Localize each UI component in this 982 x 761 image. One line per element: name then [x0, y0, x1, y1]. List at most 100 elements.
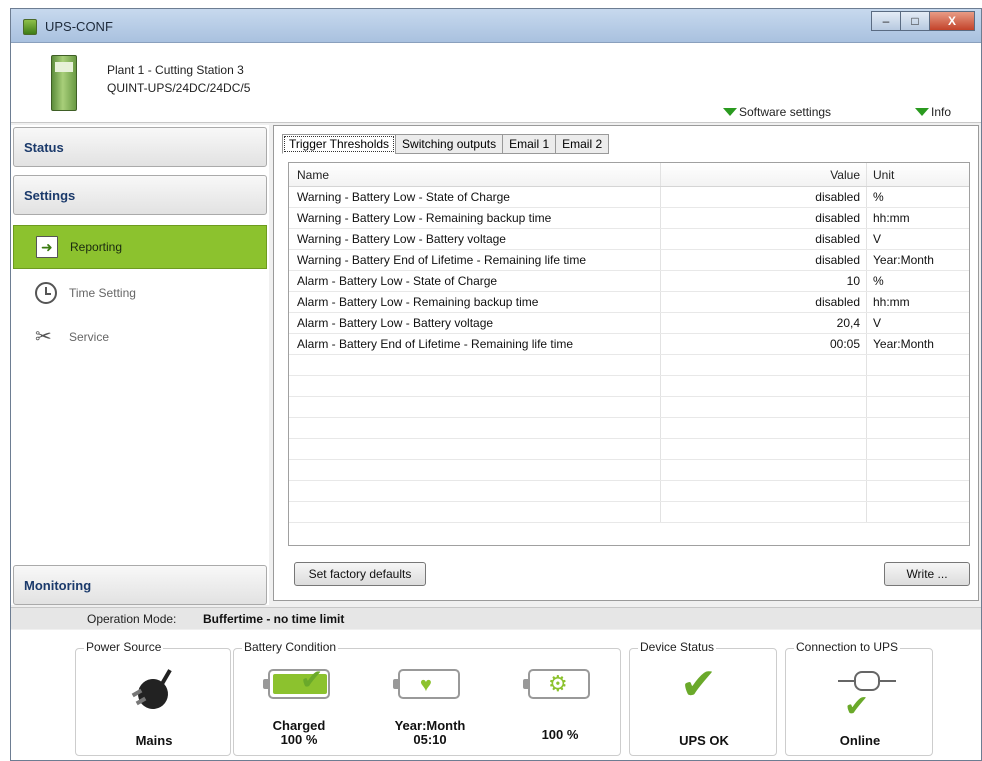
- nav-item-time-setting[interactable]: Time Setting: [13, 271, 267, 315]
- cell-value[interactable]: 10: [661, 271, 867, 291]
- cell-value[interactable]: disabled: [661, 292, 867, 312]
- write-button[interactable]: Write ...: [884, 562, 970, 586]
- table-row[interactable]: [289, 502, 969, 523]
- battery-charged-label: Charged: [272, 718, 326, 733]
- cell-name: [289, 439, 661, 459]
- cell-value[interactable]: 00:05: [661, 334, 867, 354]
- group-title: Device Status: [638, 640, 717, 654]
- operation-mode-bar: Operation Mode: Buffertime - no time lim…: [11, 607, 981, 629]
- app-window: UPS-CONF – □ X Plant 1 - Cutting Station…: [10, 8, 982, 761]
- table-row[interactable]: Warning - Battery Low - State of Charge d…: [289, 187, 969, 208]
- connection-group: Connection to UPS ✔ Online: [785, 640, 933, 756]
- tab-email-1[interactable]: Email 1: [502, 134, 557, 154]
- report-icon: [36, 236, 58, 258]
- table-row[interactable]: Warning - Battery Low - Remaining backup…: [289, 208, 969, 229]
- software-settings-link[interactable]: Software settings: [723, 105, 831, 119]
- device-status-group: Device Status ✔ UPS OK: [629, 640, 777, 756]
- device-status-value: UPS OK: [679, 733, 729, 748]
- nav-status[interactable]: Status: [13, 127, 267, 167]
- device-image: [51, 55, 77, 111]
- set-factory-defaults-button[interactable]: Set factory defaults: [294, 562, 426, 586]
- cell-unit: hh:mm: [873, 295, 910, 309]
- battery-life-label: Year:Month: [394, 718, 466, 733]
- cell-name: [289, 481, 661, 501]
- device-location: Plant 1 - Cutting Station 3: [107, 63, 244, 77]
- heart-icon: ♥: [420, 674, 432, 696]
- cell-name: Warning - Battery Low - State of Charge: [289, 187, 661, 207]
- power-plug-icon: [130, 669, 178, 715]
- cell-value[interactable]: [661, 481, 867, 501]
- title-bar[interactable]: UPS-CONF – □ X: [11, 9, 981, 43]
- cell-name: Alarm - Battery Low - State of Charge: [289, 271, 661, 291]
- cell-value[interactable]: [661, 418, 867, 438]
- battery-life-value: 05:10: [413, 732, 447, 747]
- nav-item-service[interactable]: Service: [13, 315, 267, 359]
- battery-life: Year:Month 05:10: [380, 719, 480, 747]
- connection-value: Online: [839, 733, 881, 748]
- cell-unit: [867, 502, 969, 522]
- table-row[interactable]: [289, 481, 969, 502]
- table-row[interactable]: Warning - Battery End of Lifetime - Rema…: [289, 250, 969, 271]
- table-row[interactable]: Alarm - Battery Low - Remaining backup t…: [289, 292, 969, 313]
- nav-settings-label: Settings: [24, 188, 76, 203]
- cell-name: Alarm - Battery End of Lifetime - Remain…: [289, 334, 661, 354]
- tab-switching-outputs[interactable]: Switching outputs: [395, 134, 504, 154]
- table-row[interactable]: [289, 460, 969, 481]
- nav-monitoring[interactable]: Monitoring: [13, 565, 267, 605]
- device-header: Plant 1 - Cutting Station 3 QUINT-UPS/24…: [11, 43, 981, 123]
- table-row[interactable]: [289, 418, 969, 439]
- table-row[interactable]: [289, 355, 969, 376]
- cell-name: [289, 397, 661, 417]
- nav-settings[interactable]: Settings: [13, 175, 267, 215]
- thresholds-table[interactable]: Name Value Unit Warning - Battery Low - …: [288, 162, 970, 546]
- cell-name: Warning - Battery End of Lifetime - Rema…: [289, 250, 661, 270]
- column-header-unit[interactable]: Unit: [867, 163, 969, 186]
- window-title: UPS-CONF: [45, 19, 113, 34]
- cell-name: Alarm - Battery Low - Remaining backup t…: [289, 292, 661, 312]
- nav-item-reporting[interactable]: Reporting: [13, 225, 267, 269]
- table-row[interactable]: [289, 439, 969, 460]
- table-row[interactable]: Alarm - Battery Low - State of Charge 10%: [289, 271, 969, 292]
- table-row[interactable]: Alarm - Battery End of Lifetime - Remain…: [289, 334, 969, 355]
- cell-value[interactable]: [661, 502, 867, 522]
- cell-value[interactable]: [661, 439, 867, 459]
- tab-trigger-thresholds[interactable]: Trigger Thresholds: [282, 134, 397, 154]
- navigation-panel: Status Settings Reporting Time Setting S…: [11, 125, 269, 605]
- cell-value[interactable]: [661, 355, 867, 375]
- battery-condition-group: Battery Condition ✔ Charged 100 % ♥ Year…: [233, 640, 621, 756]
- maximize-button[interactable]: □: [900, 11, 930, 31]
- cell-value[interactable]: [661, 376, 867, 396]
- cell-unit: [867, 460, 969, 480]
- nav-monitoring-label: Monitoring: [24, 578, 92, 593]
- cell-value[interactable]: [661, 460, 867, 480]
- cell-value[interactable]: disabled: [661, 229, 867, 249]
- table-row[interactable]: [289, 397, 969, 418]
- battery-health-value: 100 %: [541, 727, 579, 742]
- close-button[interactable]: X: [929, 11, 975, 31]
- cell-value[interactable]: disabled: [661, 208, 867, 228]
- expand-triangle-icon: [915, 108, 929, 116]
- tab-email-2[interactable]: Email 2: [555, 134, 610, 154]
- cell-value[interactable]: disabled: [661, 250, 867, 270]
- cell-value[interactable]: disabled: [661, 187, 867, 207]
- cell-value[interactable]: 20,4: [661, 313, 867, 333]
- cell-name: [289, 355, 661, 375]
- table-body: Warning - Battery Low - State of Charge d…: [289, 187, 969, 523]
- table-row[interactable]: [289, 376, 969, 397]
- cell-unit: %: [873, 190, 884, 204]
- info-link[interactable]: Info: [915, 105, 951, 119]
- cell-unit: hh:mm: [873, 211, 910, 225]
- cell-value[interactable]: [661, 397, 867, 417]
- nav-status-label: Status: [24, 140, 64, 155]
- cell-unit: [867, 355, 969, 375]
- battery-charged-value: 100 %: [280, 732, 318, 747]
- table-row[interactable]: Warning - Battery Low - Battery voltage d…: [289, 229, 969, 250]
- table-row[interactable]: Alarm - Battery Low - Battery voltage 20,…: [289, 313, 969, 334]
- status-panel: Power Source Mains Battery Condition ✔ C…: [11, 630, 981, 760]
- battery-charged: Charged 100 %: [254, 719, 344, 747]
- minimize-button[interactable]: –: [871, 11, 901, 31]
- column-header-value[interactable]: Value: [661, 163, 867, 186]
- cell-unit: V: [873, 232, 882, 246]
- column-header-name[interactable]: Name: [289, 163, 661, 186]
- device-model: QUINT-UPS/24DC/24DC/5: [107, 81, 251, 95]
